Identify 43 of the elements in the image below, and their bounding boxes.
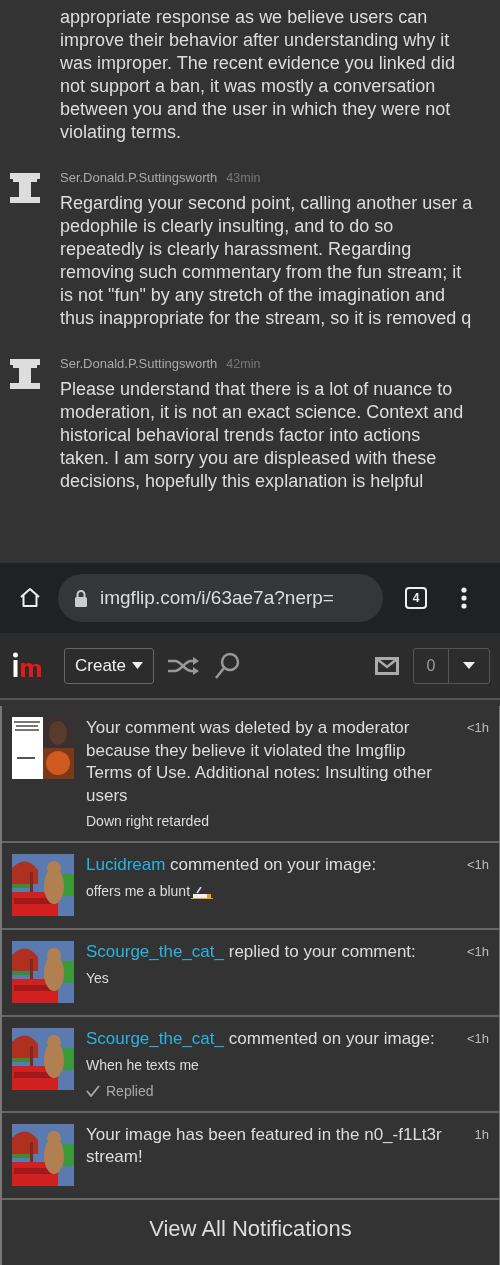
comment-text: Regarding your second point, calling another user a pedophile is clearly insulting, and to do so repeatedly is clearly harassment. Regarding removing such commentary from the fun stream; it is not "fun" by any stretch of the imagination and thus inappropriate for the stream, so it is removed q	[60, 192, 474, 330]
home-icon[interactable]	[18, 586, 42, 610]
notification-message: Your image has been featured in the n0_-f1Lt3r stream!	[86, 1123, 443, 1168]
comment-time: 43min	[226, 171, 261, 185]
search-icon[interactable]	[214, 651, 241, 680]
username-link[interactable]: Lucidream	[86, 855, 166, 874]
avatar-icon[interactable]	[10, 173, 40, 203]
notification-message: commented on your image:	[170, 855, 377, 874]
check-icon	[86, 1084, 100, 1097]
avatar-icon[interactable]	[10, 359, 40, 389]
more-menu-icon[interactable]	[461, 587, 467, 609]
notification-message: commented on your image:	[228, 1029, 435, 1048]
comment-time: 42min	[226, 357, 261, 371]
url-text: imgflip.com/i/63ae7a?nerp=	[100, 587, 334, 609]
lock-icon	[74, 589, 88, 607]
mail-icon[interactable]	[375, 656, 399, 675]
notification-time: <1h	[466, 943, 489, 961]
comment-author[interactable]: Ser.Donald.P.Suttingsworth	[60, 170, 218, 185]
caret-icon	[132, 662, 144, 669]
address-bar[interactable]: imgflip.com/i/63ae7a?nerp=	[58, 574, 383, 622]
comment-text: Yes	[86, 969, 109, 986]
username-link[interactable]: Scourge_the_cat_	[86, 942, 224, 961]
notification-count: 0	[414, 648, 449, 683]
shuffle-icon[interactable]	[168, 655, 201, 676]
notification-message: replied to your comment:	[228, 942, 416, 961]
comment-text: offers me a blunt	[86, 882, 191, 899]
comment-author[interactable]: Ser.Donald.P.Suttingsworth	[60, 356, 218, 371]
notification-time: <1h	[466, 856, 489, 874]
comment-text: appropriate response as we believe users can improve their behavior after understanding why it was improper. The recent evidence you linked did not support a ban, it was mostly a conversation between you and the user in which they were not violating terms.	[60, 6, 456, 144]
caret-icon[interactable]	[463, 662, 475, 669]
comment-text: Please understand that there is a lot of nuance to moderation, it is not an exact science. Context and historical behavioral trends factor into actions taken. I am sorry you are displeased with these decisions, hopefully this explanation is helpful	[60, 378, 465, 493]
create-button[interactable]: Create	[64, 647, 155, 684]
notification-time: 1h	[474, 1125, 489, 1144]
view-all-link[interactable]: View All Notifications	[2, 1199, 499, 1258]
comment-text: Down right retarded	[86, 813, 209, 829]
notification-time: <1h	[466, 1030, 489, 1048]
tab-count[interactable]: 4	[405, 587, 427, 609]
notification-time: <1h	[466, 719, 489, 737]
notification-message: Your comment was deleted by a moderator because they believe it violated the Imgflip Terms of Use. Additional notes: Insulting other users	[86, 717, 433, 807]
notifications-button[interactable]: 0	[413, 647, 490, 684]
comment-text: When he texts me	[86, 1056, 199, 1073]
replied-status: Replied	[106, 1082, 154, 1099]
username-link[interactable]: Scourge_the_cat_	[86, 1029, 224, 1048]
